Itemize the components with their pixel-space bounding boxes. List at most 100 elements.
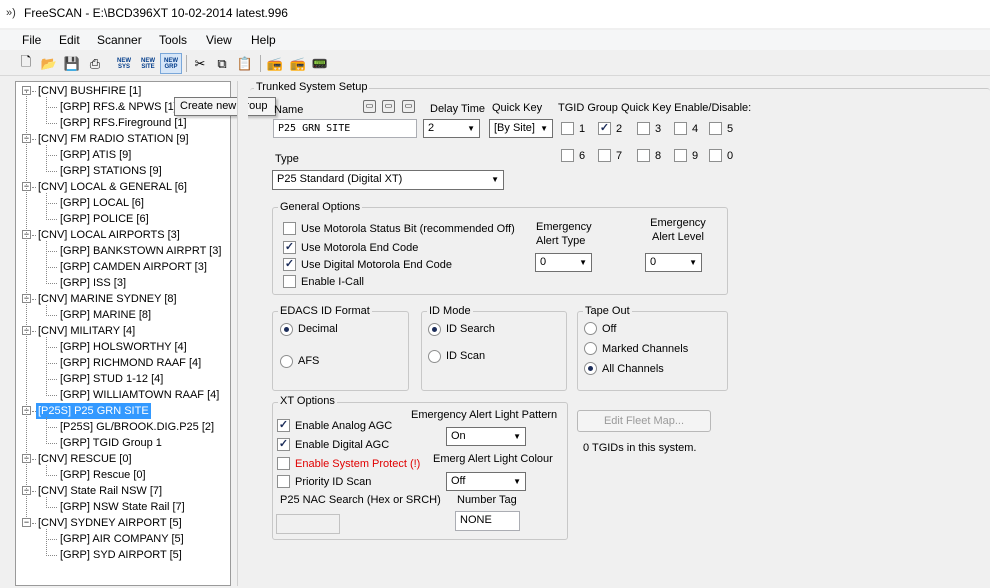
alert-type-select[interactable]: 0 ▼ [535, 253, 592, 272]
tree-node-group[interactable]: [GRP] RFS.& NPWS [1] [58, 99, 179, 115]
delay-time-select[interactable]: 2 ▼ [423, 119, 480, 138]
tree-node-group[interactable]: [GRP] LOCAL [6] [58, 195, 146, 211]
tgid-key-checkbox-2[interactable]: ✓ [598, 122, 611, 135]
tree-node-group[interactable]: [GRP] WILLIAMTOWN RAAF [4] [58, 387, 221, 403]
digital-agc-checkbox[interactable]: ✓ [277, 438, 290, 451]
tree-node-group[interactable]: [GRP] AIR COMPANY [5] [58, 531, 186, 547]
name-button-3[interactable]: ▭ [402, 100, 415, 113]
tree-node-system[interactable]: [CNV] State Rail NSW [7] [36, 483, 164, 499]
tree-node-group[interactable]: [GRP] SYD AIRPORT [5] [58, 547, 184, 563]
end-code-checkbox[interactable]: ✓ [283, 241, 296, 254]
scanner-read-icon[interactable]: 📻 [265, 53, 285, 74]
menu-scanner[interactable]: Scanner [95, 33, 144, 47]
tree-node-system[interactable]: [CNV] BUSHFIRE [1] [36, 83, 143, 99]
tree-node-system[interactable]: [P25S] P25 GRN SITE [36, 403, 151, 419]
panel-splitter[interactable] [237, 81, 248, 586]
save-icon[interactable]: 💾 [62, 53, 82, 74]
tree-node-group[interactable]: [GRP] ATIS [9] [58, 147, 133, 163]
tree-node-group[interactable]: [GRP] MARINE [8] [58, 307, 153, 323]
tree-node-group[interactable]: [GRP] BANKSTOWN AIRPRT [3] [58, 243, 223, 259]
tree-node-group[interactable]: [GRP] ISS [3] [58, 275, 128, 291]
tree-node-group[interactable]: [GRP] TGID Group 1 [58, 435, 164, 451]
tree-connector [46, 283, 57, 284]
name-input[interactable]: P25 GRN SITE [273, 119, 417, 138]
nac-search-input[interactable] [276, 514, 340, 534]
type-select[interactable]: P25 Standard (Digital XT) ▼ [272, 170, 504, 190]
tree-node-group[interactable]: [P25S] GL/BROOK.DIG.P25 [2] [58, 419, 216, 435]
tree-node-system[interactable]: [CNV] FM RADIO STATION [9] [36, 131, 191, 147]
new-file-icon[interactable]: 🗋 [16, 53, 36, 74]
new-group-label: NEW GRP [164, 57, 178, 70]
edit-fleet-map-button[interactable]: Edit Fleet Map... [577, 410, 711, 432]
new-group-button[interactable]: NEW GRP [160, 53, 182, 74]
tree-node-group[interactable]: [GRP] Rescue [0] [58, 467, 148, 483]
open-folder-icon[interactable]: 📂 [39, 53, 59, 74]
copy-icon[interactable]: ⧉ [212, 53, 232, 74]
tree-node-group[interactable]: [GRP] STUD 1-12 [4] [58, 371, 165, 387]
tgid-key-checkbox-7[interactable] [598, 149, 611, 162]
scanner-write-icon[interactable]: 📻 [288, 53, 308, 74]
analog-agc-checkbox[interactable]: ✓ [277, 419, 290, 432]
tree-node-group[interactable]: [GRP] STATIONS [9] [58, 163, 164, 179]
tree-node-system[interactable]: [CNV] RESCUE [0] [36, 451, 134, 467]
tree-node-system[interactable]: [CNV] MILITARY [4] [36, 323, 137, 339]
menu-view[interactable]: View [204, 33, 234, 47]
decimal-radio[interactable] [280, 323, 293, 336]
tree-node-system[interactable]: [CNV] MARINE SYDNEY [8] [36, 291, 179, 307]
print-icon[interactable]: ⎙ [85, 53, 105, 74]
tgid-key-checkbox-6[interactable] [561, 149, 574, 162]
tree-connector [46, 155, 57, 156]
tree-connector [32, 411, 36, 412]
system-tree[interactable]: [CNV] BUSHFIRE [1] − [GRP] RFS.& NPWS [1][… [15, 81, 231, 586]
tgid-key-label: 1 [579, 123, 586, 135]
tgid-key-checkbox-5[interactable] [709, 122, 722, 135]
quick-key-select[interactable]: [By Site] ▼ [489, 119, 553, 138]
scanner-control-icon[interactable]: 📟 [310, 53, 330, 74]
tree-node-group[interactable]: [GRP] CAMDEN AIRPORT [3] [58, 259, 209, 275]
id-search-radio[interactable] [428, 323, 441, 336]
tgid-key-checkbox-4[interactable] [674, 122, 687, 135]
tree-node-group[interactable]: [GRP] POLICE [6] [58, 211, 151, 227]
tree-connector [26, 91, 27, 519]
status-bit-checkbox[interactable] [283, 222, 296, 235]
tree-node-group[interactable]: [GRP] NSW State Rail [7] [58, 499, 187, 515]
tree-connector [46, 193, 47, 220]
id-scan-radio[interactable] [428, 350, 441, 363]
tree-node-group[interactable]: [GRP] RFS.Fireground [1] [58, 115, 189, 131]
menu-file[interactable]: File [20, 33, 43, 47]
tgid-key-checkbox-8[interactable] [637, 149, 650, 162]
tree-node-system[interactable]: [CNV] LOCAL & GENERAL [6] [36, 179, 189, 195]
tgid-key-checkbox-9[interactable] [674, 149, 687, 162]
priority-id-scan-checkbox[interactable] [277, 475, 290, 488]
name-button-1[interactable]: ▭ [363, 100, 376, 113]
new-site-button[interactable]: NEW SITE [137, 53, 159, 74]
icall-checkbox[interactable] [283, 275, 296, 288]
menu-tools[interactable]: Tools [157, 33, 189, 47]
light-pattern-select[interactable]: On ▼ [446, 427, 526, 446]
light-colour-select[interactable]: Off ▼ [446, 472, 526, 491]
cut-icon[interactable]: ✂ [190, 53, 210, 74]
new-system-button[interactable]: NEW SYS [113, 53, 135, 74]
tree-node-system[interactable]: [CNV] SYDNEY AIRPORT [5] [36, 515, 184, 531]
tree-node-group[interactable]: [GRP] HOLSWORTHY [4] [58, 339, 189, 355]
collapse-toggle-icon[interactable]: − [22, 518, 31, 527]
name-label: Name [274, 104, 304, 116]
tape-off-radio[interactable] [584, 322, 597, 335]
tree-node-system[interactable]: [CNV] LOCAL AIRPORTS [3] [36, 227, 182, 243]
alert-level-select[interactable]: 0 ▼ [645, 253, 702, 272]
tgid-key-checkbox-1[interactable] [561, 122, 574, 135]
tree-connector [46, 145, 47, 172]
number-tag-input[interactable]: NONE [455, 511, 520, 531]
digital-end-code-checkbox[interactable]: ✓ [283, 258, 296, 271]
system-protect-checkbox[interactable] [277, 457, 290, 470]
tape-all-radio[interactable] [584, 362, 597, 375]
tgid-key-checkbox-3[interactable] [637, 122, 650, 135]
tgid-key-checkbox-0[interactable] [709, 149, 722, 162]
paste-icon[interactable]: 📋 [235, 53, 255, 74]
afs-radio[interactable] [280, 355, 293, 368]
menu-edit[interactable]: Edit [57, 33, 82, 47]
name-button-2[interactable]: ▭ [382, 100, 395, 113]
menu-help[interactable]: Help [249, 33, 278, 47]
tree-node-group[interactable]: [GRP] RICHMOND RAAF [4] [58, 355, 203, 371]
tape-marked-radio[interactable] [584, 342, 597, 355]
